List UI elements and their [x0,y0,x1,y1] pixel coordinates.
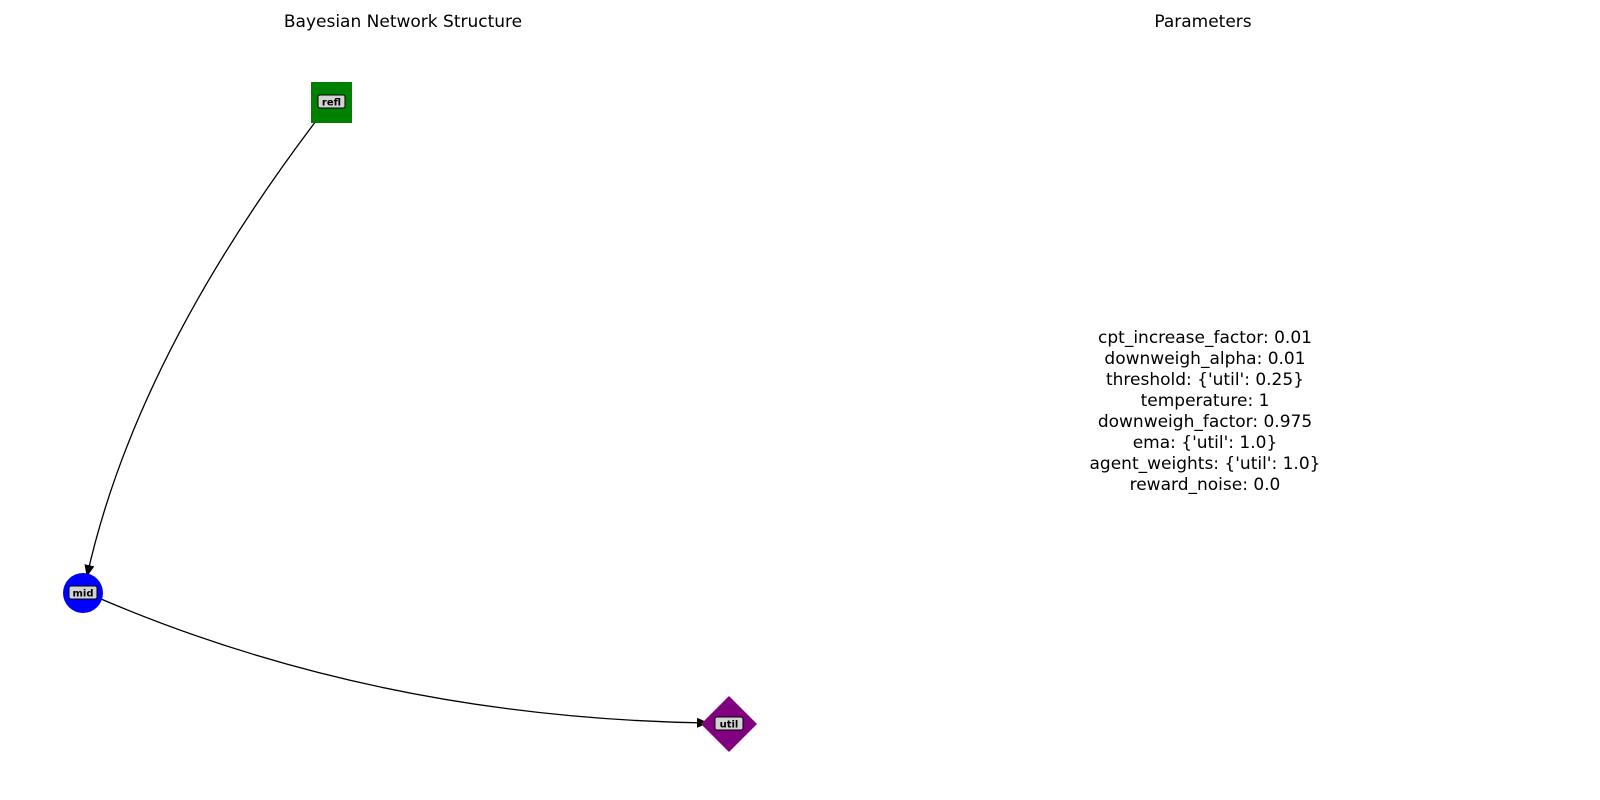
parameter-line: cpt_increase_factor: 0.01 [1098,328,1312,348]
parameter-line: agent_weights: {'util': 1.0} [1089,454,1321,474]
parameter-line: reward_noise: 0.0 [1129,475,1281,495]
node-mid[interactable]: mid [63,573,103,613]
parameter-line: threshold: {'util': 0.25} [1105,370,1305,390]
edge-refl-to-mid [84,120,317,577]
node-util[interactable]: util [701,696,757,752]
parameters-list: cpt_increase_factor: 0.01 downweigh_alph… [1000,328,1410,496]
edge-mid-to-util [100,598,709,728]
parameter-line: downweigh_alpha: 0.01 [1104,349,1306,369]
parameter-line: temperature: 1 [1140,391,1270,411]
parameter-line: downweigh_factor: 0.975 [1097,412,1313,432]
node-util-label: util [720,720,739,731]
parameter-line: ema: {'util': 1.0} [1132,433,1278,453]
node-refl-label: refl [322,98,341,109]
network-diagram: refl mid util [63,82,757,752]
node-refl[interactable]: refl [311,82,352,123]
parameters-title: Parameters [1154,12,1252,32]
node-mid-label: mid [72,589,93,600]
